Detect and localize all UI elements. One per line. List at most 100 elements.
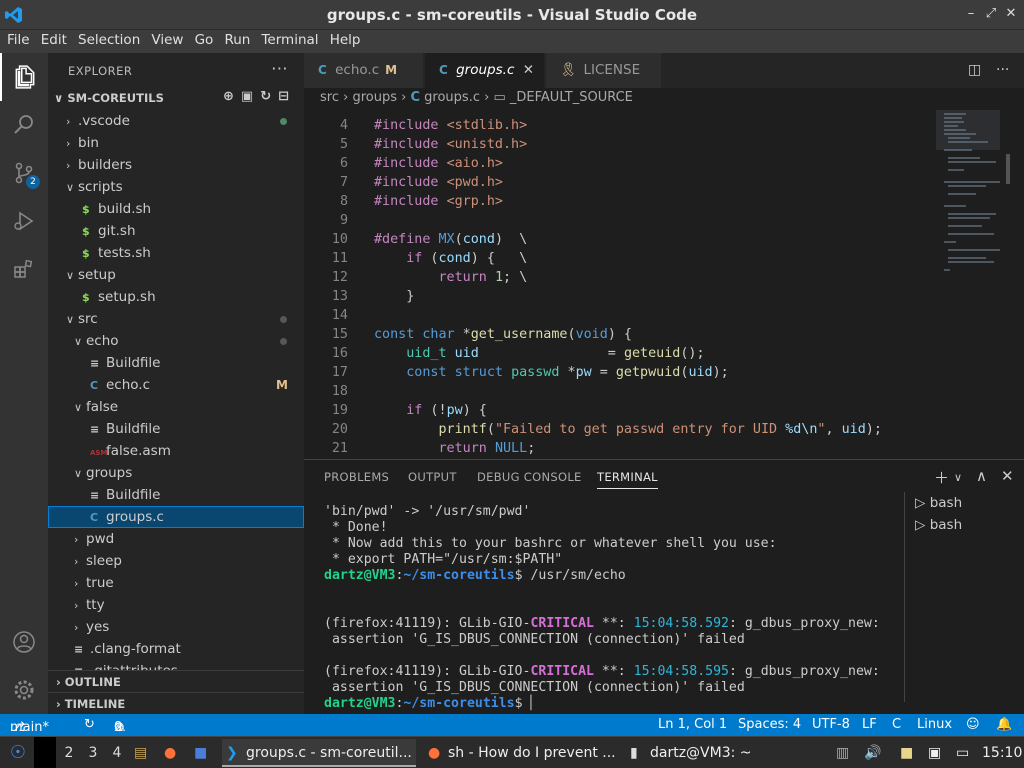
maximize-panel-icon[interactable]: ∧: [976, 467, 987, 485]
file-manager-icon[interactable]: ▤: [134, 737, 147, 768]
outline-section[interactable]: › OUTLINE: [48, 670, 304, 692]
project-root[interactable]: ∨ SM-COREUTILS ⊕▣↻⊟: [48, 88, 304, 110]
taskbar-window-terminal[interactable]: ▮ dartz@VM3: ~: [626, 739, 766, 767]
tree-item[interactable]: › true: [48, 572, 304, 594]
tree-item[interactable]: ASMfalse.asm: [48, 440, 304, 462]
collapse-all-icon[interactable]: ⊟: [278, 89, 296, 104]
tab-debug-console[interactable]: DEBUG CONSOLE: [477, 470, 582, 484]
tree-item[interactable]: Cecho.c M: [48, 374, 304, 396]
tree-item[interactable]: › builders: [48, 154, 304, 176]
new-terminal-icon[interactable]: ＋: [934, 467, 949, 488]
search-activity[interactable]: [0, 101, 48, 149]
workspace-2[interactable]: 2: [58, 737, 80, 768]
bell-icon[interactable]: 🔔: [996, 717, 1012, 732]
terminal-output[interactable]: 'bin/pwd' -> '/usr/sm/pwd' * Done! * Now…: [324, 504, 904, 712]
feedback-icon[interactable]: ☺: [966, 717, 980, 732]
tree-item[interactable]: ≡ .clang-format: [48, 638, 304, 660]
tab-output[interactable]: OUTPUT: [408, 470, 457, 484]
source-control-activity[interactable]: 2: [0, 149, 48, 197]
tree-item[interactable]: › yes: [48, 616, 304, 638]
tree-item[interactable]: ∨ echo: [48, 330, 304, 352]
terminal-item[interactable]: ▷ bash: [905, 514, 1024, 536]
tab-groups-c[interactable]: C groups.c ✕: [425, 53, 545, 88]
menu-go[interactable]: Go: [188, 30, 214, 48]
close-tab-icon[interactable]: ✕: [523, 62, 534, 78]
volume-icon[interactable]: 🔊: [864, 737, 881, 768]
chevron-down-icon[interactable]: ∨: [954, 471, 962, 484]
indentation[interactable]: Spaces: 4: [738, 717, 801, 732]
tree-item[interactable]: $ tests.sh: [48, 242, 304, 264]
breadcrumb-item[interactable]: _DEFAULT_SOURCE: [510, 90, 633, 105]
tab-problems[interactable]: PROBLEMS: [324, 470, 389, 484]
firefox-icon[interactable]: ●: [164, 737, 176, 768]
more-actions-icon[interactable]: ···: [271, 59, 288, 78]
settings-activity[interactable]: [0, 666, 48, 714]
code-editor[interactable]: 4 #include <stdlib.h> 5 #include <unistd.h>…: [304, 110, 1024, 459]
tree-item[interactable]: ∨ false: [48, 396, 304, 418]
tree-item[interactable]: ∨ src: [48, 308, 304, 330]
restore-button[interactable]: ⤢: [982, 6, 1000, 21]
run-debug-activity[interactable]: [0, 197, 48, 245]
accounts-activity[interactable]: [0, 618, 48, 666]
terminal-item[interactable]: ▷ bash: [905, 492, 1024, 514]
more-actions-icon[interactable]: ···: [996, 62, 1009, 78]
menu-selection[interactable]: Selection: [71, 30, 140, 48]
tree-item[interactable]: ∨ setup: [48, 264, 304, 286]
tree-item[interactable]: $ setup.sh: [48, 286, 304, 308]
breadcrumb-item[interactable]: src: [320, 90, 339, 105]
network-icon[interactable]: ▣: [928, 737, 941, 768]
tab-echo-c[interactable]: C echo.c M: [304, 53, 424, 88]
menu-terminal[interactable]: Terminal: [254, 30, 318, 48]
tab-terminal[interactable]: TERMINAL: [597, 470, 658, 489]
tree-item[interactable]: › pwd: [48, 528, 304, 550]
close-window-button[interactable]: ✕: [1002, 6, 1020, 21]
menu-run[interactable]: Run: [217, 30, 250, 48]
workspace-3[interactable]: 3: [82, 737, 104, 768]
workspace-1[interactable]: [34, 737, 56, 768]
encoding[interactable]: UTF-8: [812, 717, 850, 732]
menu-file[interactable]: File: [0, 30, 30, 48]
tree-item[interactable]: › sleep: [48, 550, 304, 572]
mail-icon[interactable]: ▥: [836, 737, 849, 768]
eol[interactable]: LF: [862, 717, 877, 732]
menu-edit[interactable]: Edit: [34, 30, 67, 48]
close-panel-icon[interactable]: ✕: [1001, 467, 1014, 485]
status-bar: ⎇ main* ↻ ⊗ 0 ⚠ 0 Ln 1, Col 1 Spaces: 4 …: [0, 714, 1024, 736]
refresh-icon[interactable]: ↻: [260, 89, 278, 104]
breadcrumb-item[interactable]: groups.c: [424, 90, 480, 105]
sync-icon[interactable]: ↻: [84, 717, 95, 732]
tree-item[interactable]: › .vscode: [48, 110, 304, 132]
tree-item[interactable]: ≡ Buildfile: [48, 352, 304, 374]
platform[interactable]: Linux: [917, 717, 952, 732]
tree-item[interactable]: ∨ scripts: [48, 176, 304, 198]
cursor-position[interactable]: Ln 1, Col 1: [658, 717, 727, 732]
split-editor-icon[interactable]: ◫: [968, 62, 981, 78]
start-menu-icon[interactable]: ☉: [6, 737, 30, 768]
menu-help[interactable]: Help: [323, 30, 361, 48]
tree-item[interactable]: › tty: [48, 594, 304, 616]
tree-item[interactable]: › bin: [48, 132, 304, 154]
minimap[interactable]: [936, 110, 1010, 310]
new-folder-icon[interactable]: ▣: [241, 89, 260, 104]
tree-item[interactable]: $ git.sh: [48, 220, 304, 242]
tab-license[interactable]: 🎗 LICENSE: [546, 53, 662, 88]
minimize-button[interactable]: –: [962, 6, 980, 21]
taskbar-window-firefox[interactable]: ● sh - How do I prevent ...: [424, 739, 620, 767]
timeline-section[interactable]: › TIMELINE: [48, 692, 304, 714]
explorer-activity[interactable]: [0, 53, 48, 101]
workspace-4[interactable]: 4: [106, 737, 128, 768]
tree-item[interactable]: ≡ Buildfile: [48, 418, 304, 440]
tree-item[interactable]: $ build.sh: [48, 198, 304, 220]
chat-icon[interactable]: ▭: [956, 737, 969, 768]
tree-item[interactable]: Cgroups.c: [48, 506, 304, 528]
tree-item[interactable]: ∨ groups: [48, 462, 304, 484]
new-file-icon[interactable]: ⊕: [223, 89, 241, 104]
extensions-activity[interactable]: [0, 245, 48, 293]
clipboard-icon[interactable]: ■: [900, 737, 913, 768]
tree-item[interactable]: ≡ Buildfile: [48, 484, 304, 506]
menu-view[interactable]: View: [144, 30, 183, 48]
desktop-icon[interactable]: ■: [194, 737, 207, 768]
language-mode[interactable]: C: [892, 717, 901, 732]
breadcrumb-item[interactable]: groups: [352, 90, 397, 105]
taskbar-window-vscode[interactable]: ❯ groups.c - sm-coreutil...: [222, 739, 416, 767]
